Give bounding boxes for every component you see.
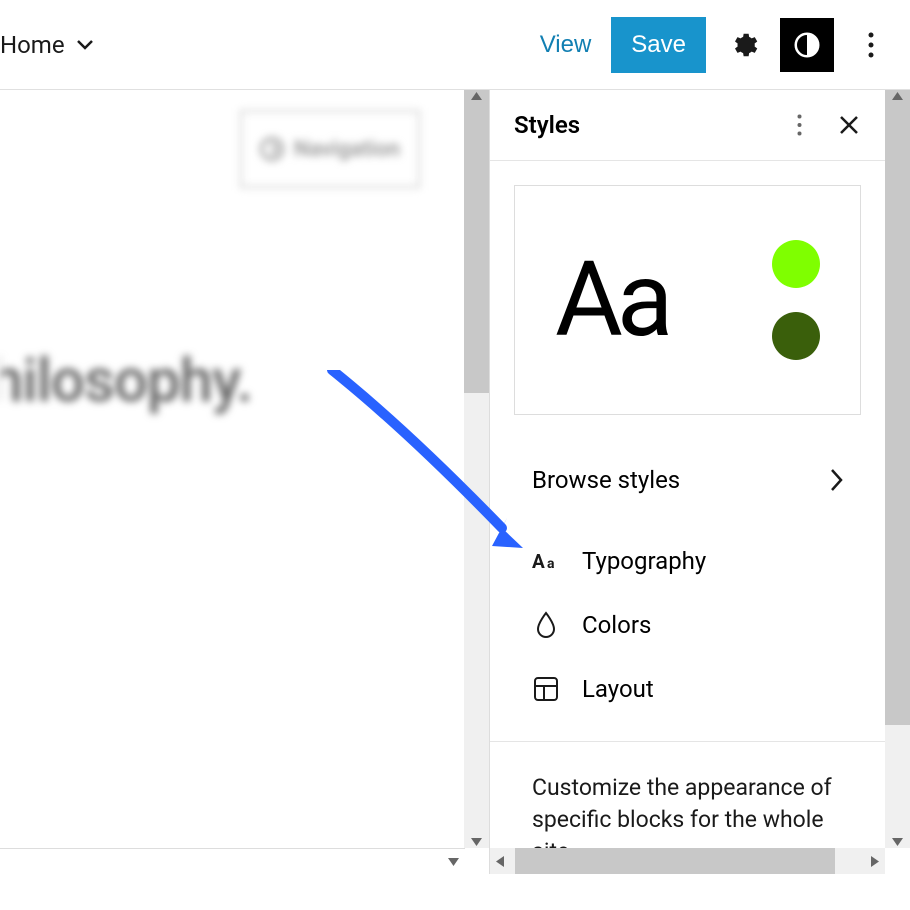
contrast-icon — [792, 30, 822, 60]
color-swatch-dark — [772, 312, 820, 360]
colors-label: Colors — [582, 611, 651, 639]
layout-option[interactable]: Layout — [514, 657, 861, 721]
colors-option[interactable]: Colors — [514, 593, 861, 657]
scrollbar-thumb[interactable] — [464, 90, 489, 393]
droplet-icon — [532, 611, 560, 639]
styles-panel-title: Styles — [514, 111, 580, 139]
scrollbar-thumb[interactable] — [885, 90, 910, 725]
scroll-up-icon — [471, 92, 482, 100]
typography-icon: Aa — [532, 547, 560, 575]
scroll-down-icon — [448, 858, 459, 866]
view-button[interactable]: View — [530, 23, 602, 67]
gear-icon — [728, 30, 758, 60]
style-options-list: Aa Typography Colors Layout — [514, 529, 861, 721]
layout-icon — [532, 675, 560, 703]
svg-text:a: a — [547, 556, 555, 571]
navigation-block-label: Navigation — [294, 137, 400, 162]
close-styles-button[interactable] — [831, 107, 867, 143]
svg-text:A: A — [532, 551, 545, 571]
close-icon — [839, 115, 859, 135]
more-vertical-icon — [797, 114, 802, 136]
navigation-block[interactable]: Navigation — [240, 110, 420, 188]
chevron-right-icon — [831, 469, 843, 491]
breadcrumb[interactable]: Home — [0, 31, 93, 59]
styles-sidebar: Styles Aa Browse styles — [490, 90, 910, 874]
typography-label: Typography — [582, 547, 706, 575]
main-area: Navigation hilosophy. Styles — [0, 90, 910, 874]
styles-more-button[interactable] — [781, 107, 817, 143]
style-preview-card: Aa — [514, 185, 861, 415]
save-button[interactable]: Save — [611, 17, 706, 73]
settings-button[interactable] — [716, 18, 770, 72]
home-label: Home — [0, 31, 65, 59]
more-options-button[interactable] — [844, 18, 898, 72]
canvas-content: Navigation hilosophy. — [0, 90, 465, 848]
scroll-down-icon — [471, 838, 482, 846]
more-vertical-icon — [868, 32, 874, 58]
typography-sample: Aa — [555, 240, 667, 361]
customize-description: Customize the appearance of specific blo… — [490, 742, 885, 848]
chevron-down-icon — [77, 40, 93, 50]
sidebar-vertical-scrollbar[interactable] — [885, 90, 910, 848]
canvas-heading-text: hilosophy. — [0, 345, 252, 416]
canvas-vertical-scrollbar[interactable] — [464, 90, 489, 848]
scroll-down-icon — [892, 838, 903, 846]
editor-canvas: Navigation hilosophy. — [0, 90, 490, 874]
scroll-left-icon — [496, 856, 504, 867]
scroll-up-icon — [892, 92, 903, 100]
color-swatch-light — [772, 240, 820, 288]
browse-styles-button[interactable]: Browse styles — [514, 451, 861, 509]
toolbar-actions: View Save — [530, 17, 898, 73]
styles-header-actions — [781, 107, 867, 143]
scrollbar-thumb[interactable] — [515, 848, 835, 874]
canvas-bottom-edge — [0, 848, 465, 874]
color-swatches — [772, 240, 820, 360]
top-toolbar: Home View Save — [0, 0, 910, 90]
sidebar-horizontal-scrollbar[interactable] — [490, 848, 885, 874]
browse-styles-label: Browse styles — [532, 466, 680, 494]
layout-label: Layout — [582, 675, 654, 703]
typography-option[interactable]: Aa Typography — [514, 529, 861, 593]
sidebar-content: Styles Aa Browse styles — [490, 90, 885, 848]
compass-icon — [260, 137, 284, 161]
styles-panel-header: Styles — [490, 90, 885, 161]
styles-toggle-button[interactable] — [780, 18, 834, 72]
scroll-right-icon — [871, 856, 879, 867]
